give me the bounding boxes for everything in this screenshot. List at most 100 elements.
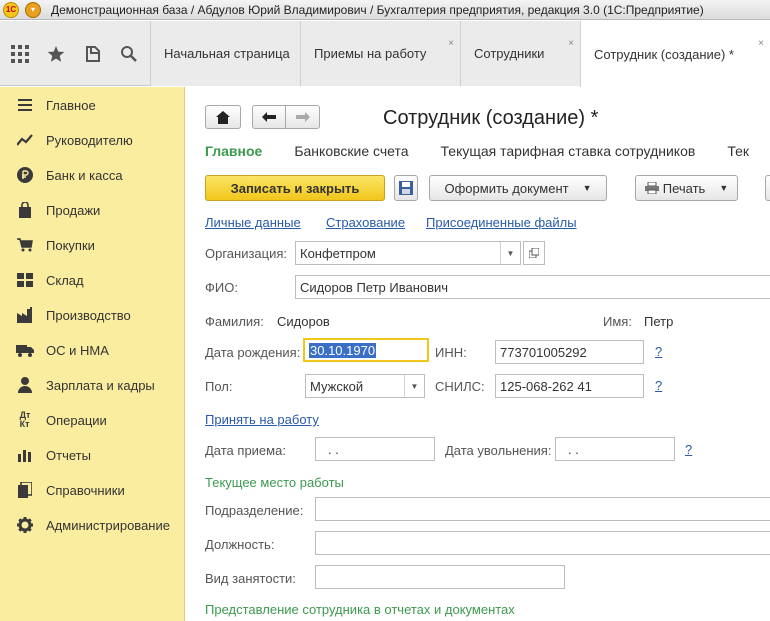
sidebar-item-admin[interactable]: Администрирование	[0, 511, 185, 539]
position-field[interactable]	[315, 531, 770, 555]
dismiss-date-label: Дата увольнения:	[445, 443, 552, 458]
truck-icon	[16, 341, 34, 359]
inn-field[interactable]: 773701005292	[495, 340, 644, 364]
sidebar-item-main[interactable]: Главное	[0, 91, 185, 119]
arrow-right-icon	[295, 112, 310, 122]
tab-employee-create[interactable]: Сотрудник (создание) * ×	[580, 21, 770, 87]
hire-date-field[interactable]: . .	[315, 437, 435, 461]
sidebar-item-reports[interactable]: Отчеты	[0, 441, 185, 469]
main-menu-button[interactable]: ▾	[25, 1, 41, 18]
employee-form: Сотрудник (создание) * Главное Банковски…	[186, 87, 770, 621]
back-button[interactable]	[252, 105, 286, 129]
sections-toolbar: Начальная страница Приемы на работу × Со…	[0, 21, 770, 87]
gender-label: Пол:	[205, 379, 233, 394]
shopping-cart-icon	[16, 236, 34, 254]
organization-value: Конфетпром	[300, 245, 376, 261]
hire-date-label: Дата приема:	[205, 443, 286, 458]
gender-select[interactable]: Мужской ▼	[305, 374, 425, 398]
tab-employees[interactable]: Сотрудники ×	[460, 21, 580, 86]
snils-label: СНИЛС:	[435, 379, 485, 394]
search-icon[interactable]	[111, 21, 147, 86]
organization-field[interactable]: Конфетпром ▼	[295, 241, 521, 265]
hire-date-value: . .	[328, 441, 339, 457]
employment-type-field[interactable]	[315, 565, 565, 589]
tab-home-page[interactable]: Начальная страница	[150, 21, 300, 86]
fio-value: Сидоров Петр Иванович	[300, 279, 449, 295]
create-document-button[interactable]: Оформить документ ▼	[429, 175, 607, 201]
debit-credit-icon: Дт Кт	[19, 410, 31, 429]
sidebar-item-label: ОС и НМА	[46, 342, 109, 358]
sidebar-item-label: Главное	[46, 97, 96, 113]
tab-close-icon[interactable]: ×	[568, 38, 574, 49]
home-icon	[216, 110, 230, 124]
sidebar-item-operations[interactable]: Дт Кт Операции	[0, 406, 185, 434]
subtab-more[interactable]: Тек	[727, 143, 749, 159]
subtab-current-rate[interactable]: Текущая тарифная ставка сотрудников	[441, 143, 696, 159]
subtab-bank-accounts[interactable]: Банковские счета	[294, 143, 408, 159]
snils-field[interactable]: 125-068-262 41	[495, 374, 644, 398]
chevron-down-icon[interactable]: ▼	[500, 242, 520, 264]
sidebar-item-label: Покупки	[46, 237, 95, 253]
inn-help-link[interactable]: ?	[655, 344, 662, 359]
open-card-icon	[529, 248, 539, 258]
save-and-close-button[interactable]: Записать и закрыть	[205, 175, 385, 201]
print-button[interactable]: Печать ▼	[635, 175, 738, 201]
sidebar-item-catalogs[interactable]: Справочники	[0, 476, 185, 504]
favorites-star-icon[interactable]	[38, 21, 74, 86]
link-insurance[interactable]: Страхование	[326, 215, 405, 230]
sidebar-item-sales[interactable]: Продажи	[0, 196, 185, 224]
window-title-bar: 1С ▾ Демонстрационная база / Абдулов Юри…	[0, 0, 770, 20]
app-logo-icon: 1С	[3, 1, 19, 18]
bar-chart-icon	[16, 446, 34, 464]
open-tabs: Начальная страница Приемы на работу × Со…	[150, 21, 770, 87]
save-button[interactable]	[394, 175, 418, 201]
tab-close-icon[interactable]: ×	[448, 38, 454, 49]
gear-icon	[16, 516, 34, 534]
sidebar-item-label: Банк и касса	[46, 167, 123, 183]
sidebar-item-purchases[interactable]: Покупки	[0, 231, 185, 259]
sidebar-item-warehouse[interactable]: Склад	[0, 266, 185, 294]
sections-sidebar: Главное Руководителю Банк и касса Продаж…	[0, 87, 185, 621]
forward-button[interactable]	[285, 105, 320, 129]
sidebar-item-label: Руководителю	[46, 132, 133, 148]
sidebar-item-production[interactable]: Производство	[0, 301, 185, 329]
surname-value: Сидоров	[277, 314, 330, 329]
window-title: Демонстрационная база / Абдулов Юрий Вла…	[51, 2, 704, 17]
sidebar-item-salary[interactable]: Зарплата и кадры	[0, 371, 185, 399]
tab-close-icon[interactable]: ×	[758, 38, 764, 49]
sidebar-item-manager[interactable]: Руководителю	[0, 126, 185, 154]
hire-link[interactable]: Принять на работу	[205, 412, 319, 427]
form-title: Сотрудник (создание) *	[383, 107, 599, 129]
sidebar-item-label: Справочники	[46, 482, 125, 498]
department-field[interactable]	[315, 497, 770, 521]
sidebar-item-bank[interactable]: Банк и касса	[0, 161, 185, 189]
sidebar-item-label: Отчеты	[46, 447, 91, 463]
chevron-down-icon[interactable]: ▼	[404, 375, 424, 397]
form-subtabs: Главное Банковские счета Текущая тарифна…	[205, 143, 770, 159]
more-actions-button[interactable]	[765, 175, 770, 201]
home-button[interactable]	[205, 105, 241, 129]
open-organization-button[interactable]	[523, 241, 545, 265]
link-attached-files[interactable]: Присоединенные файлы	[426, 215, 577, 230]
dismiss-date-field[interactable]: . .	[555, 437, 675, 461]
dismiss-help-link[interactable]: ?	[685, 442, 692, 457]
history-icon[interactable]	[75, 21, 111, 86]
name-label: Имя:	[603, 314, 632, 329]
tab-hirings[interactable]: Приемы на работу ×	[300, 21, 460, 86]
arrow-left-icon	[262, 112, 276, 122]
birth-date-field[interactable]: 30.10.1970	[303, 338, 429, 362]
apps-grid-icon[interactable]	[2, 21, 38, 86]
fio-field[interactable]: Сидоров Петр Иванович	[295, 275, 770, 299]
subtab-main[interactable]: Главное	[205, 143, 262, 159]
sidebar-item-fixed-assets[interactable]: ОС и НМА	[0, 336, 185, 364]
factory-icon	[16, 306, 34, 324]
link-personal-data[interactable]: Личные данные	[205, 215, 301, 230]
printer-icon	[644, 182, 659, 194]
inn-value: 773701005292	[500, 344, 587, 360]
trend-chart-icon	[16, 131, 34, 149]
organization-label: Организация:	[205, 246, 288, 261]
ruble-coin-icon	[16, 166, 34, 184]
create-document-label: Оформить документ	[444, 180, 569, 196]
sidebar-item-label: Администрирование	[46, 517, 170, 533]
snils-help-link[interactable]: ?	[655, 378, 662, 393]
